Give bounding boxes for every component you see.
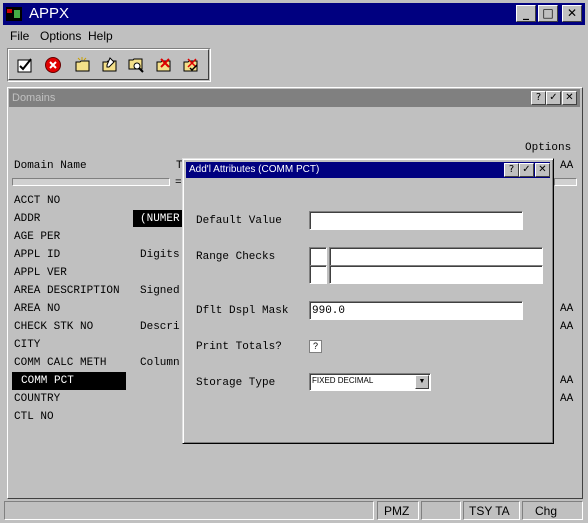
domain-name: COMM PCT	[21, 375, 74, 387]
status-tsy: TSY TA	[463, 501, 520, 520]
domain-name: ADDR	[14, 213, 41, 225]
domain-name: COUNTRY	[14, 393, 61, 405]
print-totals-value: ?	[312, 341, 318, 351]
maximize-button[interactable]: □	[538, 5, 558, 22]
dflt-dspl-mask-field[interactable]: 990.0	[309, 301, 523, 320]
domain-aa: AA	[560, 375, 574, 387]
domain-name: AREA DESCRIPTION	[14, 285, 120, 297]
storage-type-label: Storage Type	[196, 377, 276, 389]
cancel-icon[interactable]	[44, 56, 62, 74]
default-value-field[interactable]	[309, 211, 523, 230]
minimize-button[interactable]: _	[516, 5, 536, 22]
domain-name: CHECK STK NO	[14, 321, 94, 333]
domain-name: ACCT NO	[14, 195, 61, 207]
dialog-help-button[interactable]: ?	[504, 163, 519, 177]
folder-find-icon[interactable]	[127, 56, 145, 74]
domains-close-button[interactable]: ✕	[562, 91, 577, 105]
status-bar: PMZ TSY TA Chg	[3, 500, 585, 520]
folder-delete-icon[interactable]	[155, 56, 173, 74]
options-label: Options	[525, 142, 572, 154]
domain-name: COMM CALC METH	[14, 357, 107, 369]
menu-file[interactable]: File	[10, 29, 29, 43]
range-check-value-2[interactable]	[329, 265, 543, 284]
print-totals-checkbox[interactable]: ?	[309, 340, 322, 353]
menu-help[interactable]: Help	[88, 29, 113, 43]
folder-edit-icon[interactable]	[101, 56, 119, 74]
domain-type: (NUMER	[140, 213, 180, 225]
dialog-ok-button[interactable]: ✓	[519, 163, 534, 177]
domain-name: AGE PER	[14, 231, 61, 243]
menu-options[interactable]: Options	[40, 29, 81, 43]
dialog-close-button[interactable]: ✕	[535, 163, 550, 177]
domains-help-button[interactable]: ?	[531, 91, 546, 105]
folder-new-icon[interactable]	[74, 56, 92, 74]
header-aa: AA	[560, 160, 574, 172]
domain-type: Descri	[140, 321, 180, 333]
header-domain-name: Domain Name	[14, 160, 87, 172]
status-main	[4, 501, 374, 520]
dialog-title-bar: Add'l Attributes (COMM PCT) ? ✓ ✕	[186, 162, 550, 178]
domain-type: Column	[140, 357, 180, 369]
domain-name: APPL ID	[14, 249, 61, 261]
storage-type-select[interactable]: FIXED DECIMAL ▼	[309, 373, 431, 391]
folder-check-icon[interactable]	[182, 56, 200, 74]
dflt-dspl-mask-label: Dflt Dspl Mask	[196, 305, 289, 317]
appx-logo-icon	[6, 7, 22, 21]
header-eq: =	[175, 177, 182, 189]
selected-cell[interactable]: (NUMER	[133, 210, 185, 227]
domains-title: Domains	[12, 92, 56, 104]
domain-type: Signed	[140, 285, 180, 297]
app-title-bar: APPX _ □ ✕	[3, 3, 585, 25]
selected-row-highlight[interactable]: COMM PCT	[12, 372, 126, 390]
domain-aa: AA	[560, 321, 574, 333]
menu-bar: File Options Help	[3, 27, 585, 45]
chevron-down-icon[interactable]: ▼	[415, 375, 429, 389]
dialog-title: Add'l Attributes (COMM PCT)	[189, 164, 320, 175]
domain-name: AREA NO	[14, 303, 61, 315]
domain-name: APPL VER	[14, 267, 67, 279]
status-chg: Chg	[522, 501, 583, 520]
domains-ok-button[interactable]: ✓	[546, 91, 561, 105]
print-totals-label: Print Totals?	[196, 341, 282, 353]
app-title: APPX	[29, 5, 70, 22]
domain-type: Digits	[140, 249, 180, 261]
range-check-op-2[interactable]	[309, 265, 327, 284]
close-button[interactable]: ✕	[562, 5, 582, 22]
default-value-label: Default Value	[196, 215, 282, 227]
domain-name: CITY	[14, 339, 41, 351]
ok-icon[interactable]	[16, 56, 34, 74]
attributes-dialog: Add'l Attributes (COMM PCT) ? ✓ ✕ Defaul…	[182, 158, 554, 444]
domains-title-bar: Domains ? ✓ ✕	[9, 89, 580, 107]
domain-aa: AA	[560, 303, 574, 315]
domain-aa: AA	[560, 393, 574, 405]
range-checks-label: Range Checks	[196, 251, 276, 263]
header-separator-right	[554, 178, 577, 186]
range-check-value-1[interactable]	[329, 247, 543, 266]
storage-type-value: FIXED DECIMAL	[312, 376, 374, 385]
header-separator	[12, 178, 170, 186]
dflt-dspl-mask-value: 990.0	[312, 305, 346, 317]
domain-name: CTL NO	[14, 411, 54, 423]
range-check-op-1[interactable]	[309, 247, 327, 266]
status-blank	[421, 501, 461, 520]
status-pmz: PMZ	[377, 501, 419, 520]
